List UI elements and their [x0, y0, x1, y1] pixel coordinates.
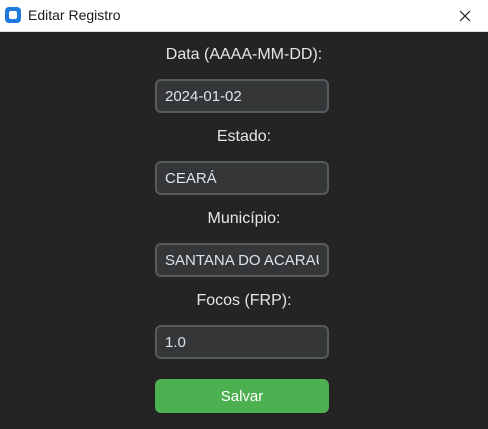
municipality-input[interactable] — [155, 243, 329, 277]
save-button[interactable]: Salvar — [155, 379, 329, 413]
edit-record-window: Editar Registro Data (AAAA-MM-DD): Estad… — [0, 0, 488, 429]
state-label: Estado: — [216, 128, 272, 145]
close-button[interactable] — [442, 0, 488, 31]
focos-label: Focos (FRP): — [196, 292, 292, 309]
close-icon — [459, 10, 471, 21]
title-bar: Editar Registro — [0, 0, 488, 32]
municipality-label: Município: — [207, 210, 281, 227]
window-title: Editar Registro — [28, 7, 121, 23]
form-area: Data (AAAA-MM-DD): Estado: Município: Fo… — [0, 32, 488, 429]
state-input[interactable] — [155, 161, 329, 195]
date-input[interactable] — [155, 79, 329, 113]
focos-input[interactable] — [155, 325, 329, 359]
date-label: Data (AAAA-MM-DD): — [165, 46, 323, 63]
app-icon — [5, 7, 21, 23]
